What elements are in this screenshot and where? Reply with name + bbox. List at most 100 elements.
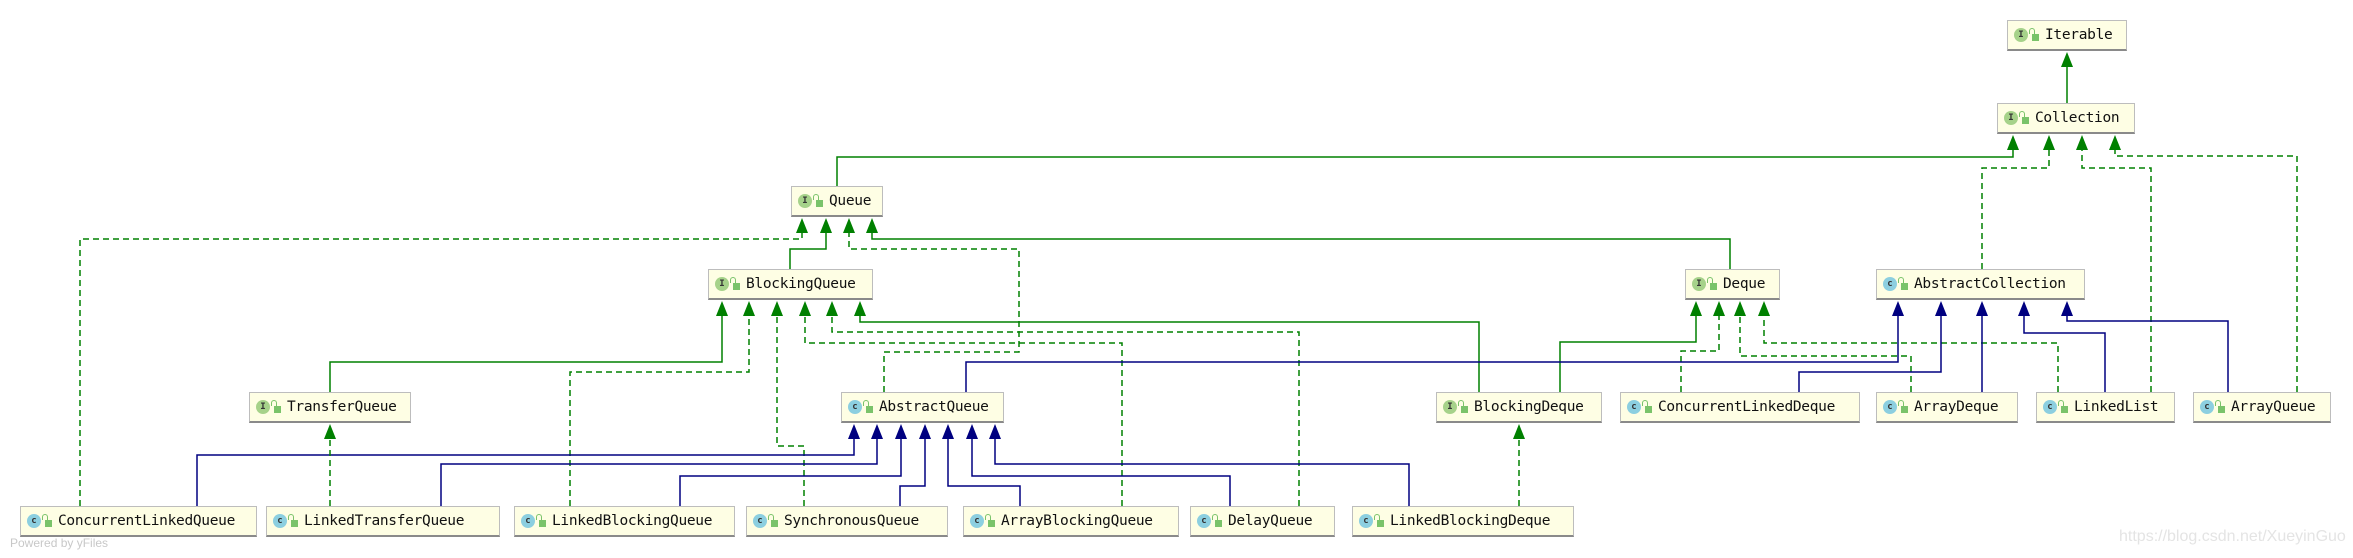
node-abstract-collection[interactable]: c AbstractCollection [1876,269,2085,300]
node-label: LinkedBlockingQueue [552,513,713,529]
class-icon: c [2043,400,2057,414]
lock-icon [2029,28,2039,41]
edge-line [2023,315,2106,392]
lock-icon [271,400,281,413]
arrowhead-icon [2043,135,2055,150]
edge-inherits [866,218,1731,269]
node-label: ArrayQueue [2231,399,2316,415]
arrowhead-icon [771,301,783,316]
node-linked-list[interactable]: c LinkedList [2036,392,2175,423]
arrowhead-icon [1513,424,1525,439]
edge-implements [1758,301,2059,392]
edge-inherits [836,135,2019,186]
class-icon: c [1883,277,1897,291]
edge-line [871,232,1731,269]
node-linked-transfer-queue[interactable]: c LinkedTransferQueue [266,506,500,537]
edge-extends_class [2061,301,2229,392]
node-iterable[interactable]: I Iterable [2007,20,2127,51]
node-delay-queue[interactable]: c DelayQueue [1190,506,1335,537]
edge-line [789,232,827,269]
lock-icon [536,514,546,527]
edge-line [2066,315,2229,392]
arrowhead-icon [796,218,808,233]
edge-line [196,438,855,506]
arrowhead-icon [942,424,954,439]
node-transfer-queue[interactable]: I TransferQueue [249,392,411,423]
edge-implements [324,424,336,506]
arrowhead-icon [843,218,855,233]
node-concurrent-linked-deque[interactable]: c ConcurrentLinkedDeque [1620,392,1860,423]
arrowhead-icon [2076,135,2088,150]
lock-icon [1898,277,1908,290]
arrowhead-icon [848,424,860,439]
node-label: Queue [829,193,872,209]
watermark: https://blog.csdn.net/XueyinGuo [2119,528,2346,545]
edge-line [440,438,878,506]
arrowhead-icon [854,301,866,316]
node-label: BlockingQueue [746,276,856,292]
edge-line [679,438,902,506]
interface-icon: I [715,277,729,291]
node-label: LinkedBlockingDeque [1390,513,1551,529]
edge-implements [2109,135,2298,392]
arrowhead-icon [2007,135,2019,150]
node-label: AbstractQueue [879,399,989,415]
edge-line [848,232,1020,392]
node-array-blocking-queue[interactable]: c ArrayBlockingQueue [963,506,1179,537]
node-collection[interactable]: I Collection [1997,103,2135,134]
node-synchronous-queue[interactable]: c SynchronousQueue [746,506,948,537]
arrowhead-icon [743,301,755,316]
lock-icon [1374,514,1384,527]
class-icon: c [2200,400,2214,414]
lock-icon [1212,514,1222,527]
edge-line [965,315,1899,392]
node-label: BlockingDeque [1474,399,1584,415]
node-linked-blocking-deque[interactable]: c LinkedBlockingDeque [1352,506,1574,537]
interface-icon: I [1692,277,1706,291]
arrowhead-icon [871,424,883,439]
node-abstract-queue[interactable]: c AbstractQueue [841,392,1004,423]
class-icon: c [521,514,535,528]
node-array-queue[interactable]: c ArrayQueue [2193,392,2331,423]
arrowhead-icon [1690,301,1702,316]
edge-line [2114,149,2298,392]
lock-icon [1898,400,1908,413]
node-deque[interactable]: I Deque [1685,269,1780,300]
arrowhead-icon [826,301,838,316]
node-label: TransferQueue [287,399,397,415]
edge-extends_class [942,424,1021,506]
powered-by-label: Powered by yFiles [10,536,109,550]
arrowhead-icon [324,424,336,439]
node-concurrent-linked-queue[interactable]: c ConcurrentLinkedQueue [20,506,257,537]
lock-icon [1458,400,1468,413]
interface-icon: I [256,400,270,414]
arrowhead-icon [716,301,728,316]
arrowhead-icon [1758,301,1770,316]
class-icon: c [1359,514,1373,528]
edge-implements [1513,424,1525,506]
node-linked-blocking-queue[interactable]: c LinkedBlockingQueue [514,506,735,537]
lock-icon [2058,400,2068,413]
class-icon: c [273,514,287,528]
node-array-deque[interactable]: c ArrayDeque [1876,392,2018,423]
node-queue[interactable]: I Queue [791,186,883,217]
node-label: ArrayDeque [1914,399,1999,415]
arrowhead-icon [1734,301,1746,316]
edge-extends_class [989,424,1410,506]
arrowhead-icon [1976,301,1988,316]
lock-icon [730,277,740,290]
edge-implements [2076,135,2152,392]
node-label: AbstractCollection [1914,276,2066,292]
node-blocking-deque[interactable]: I BlockingDeque [1436,392,1602,423]
interface-icon: I [2004,111,2018,125]
arrowhead-icon [2018,301,2030,316]
lock-icon [863,400,873,413]
lock-icon [2215,400,2225,413]
edge-line [329,315,723,392]
node-label: ArrayBlockingQueue [1001,513,1153,529]
lock-icon [985,514,995,527]
edge-line [776,315,805,506]
arrowhead-icon [1892,301,1904,316]
edge-line [971,438,1231,506]
node-blocking-queue[interactable]: I BlockingQueue [708,269,873,300]
